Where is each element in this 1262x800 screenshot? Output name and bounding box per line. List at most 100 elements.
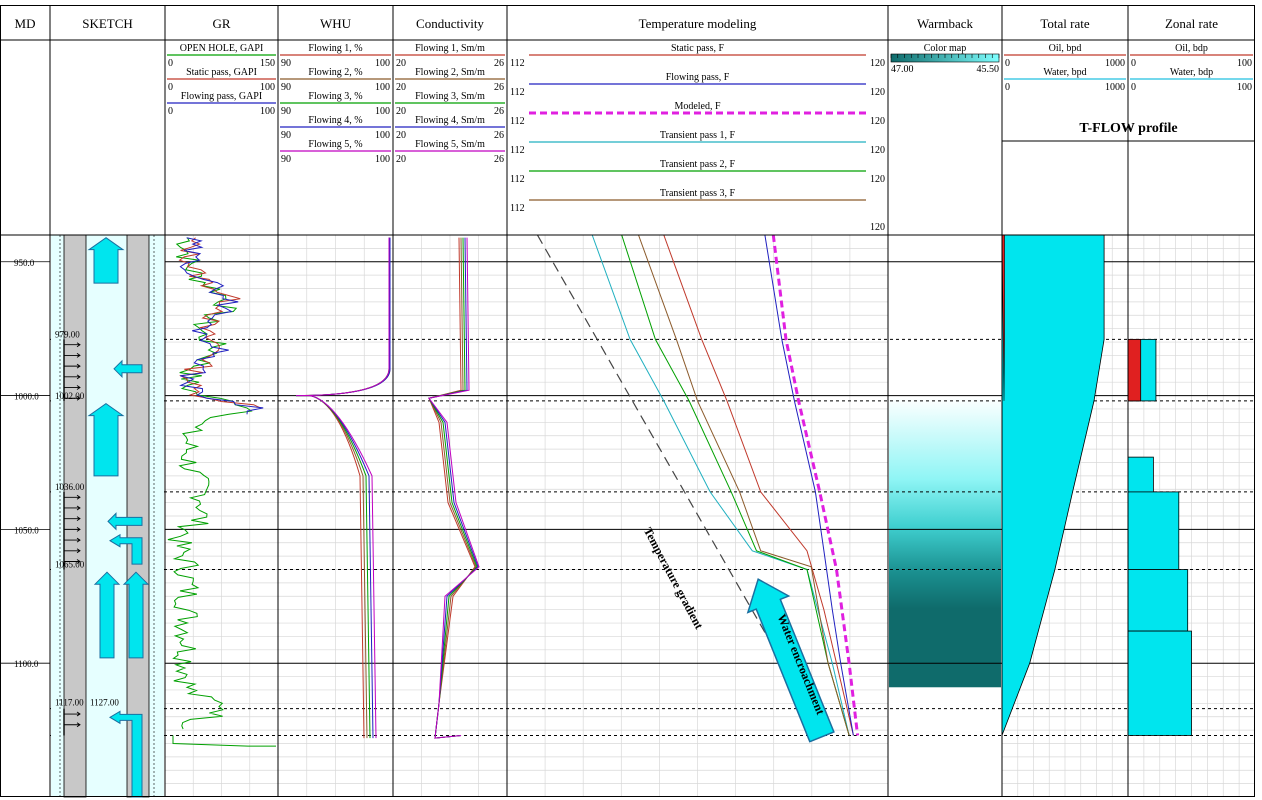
well-log-plot: MD SKETCH GR WHU Conductivity Temperature mod…: [0, 0, 1262, 800]
cond-legend-min-2: 20: [396, 106, 406, 117]
zonal-legend-max-1: 100: [1237, 82, 1252, 93]
column-title-md: MD: [15, 16, 36, 31]
gr-legend-min-0: 0: [168, 58, 173, 69]
gr-legend-max-1: 100: [260, 82, 275, 93]
temp-legend-min-5: 112: [510, 203, 525, 214]
temp-legend-min-1: 112: [510, 87, 525, 98]
zonal-water-bar: [1128, 630, 1192, 736]
depth-label: 1100.0: [14, 659, 39, 669]
cond-legend-min-3: 20: [396, 130, 406, 141]
grid-temp: [507, 235, 888, 797]
column-title-warm: Warmback: [917, 16, 973, 31]
cond-legend-name-0: Flowing 1, Sm/m: [415, 43, 485, 54]
whu-legend-min-0: 90: [281, 58, 291, 69]
temp-legend-min-4: 112: [510, 174, 525, 185]
sketch-depth-label: 1002.00: [55, 391, 85, 401]
temperature-transient-1-curve: [591, 235, 850, 736]
gr-legend-min-1: 0: [168, 82, 173, 93]
zonal-legend-max-0: 100: [1237, 58, 1252, 69]
total-rate-track: [1002, 235, 1105, 736]
zonal-legend-min-0: 0: [1131, 58, 1136, 69]
warm-legend-name: Color map: [924, 43, 967, 54]
temp-legend-name-3: Transient pass 1, F: [660, 130, 736, 141]
whu-legend-name-0: Flowing 1, %: [308, 43, 362, 54]
whu-legend-min-1: 90: [281, 82, 291, 93]
warmback-highlight: [889, 328, 1001, 476]
sketch-depth-label: 979.00: [55, 329, 80, 339]
whu-legend-name-1: Flowing 2, %: [308, 67, 362, 78]
whu-legend-max-2: 100: [375, 106, 390, 117]
zonal-legend-name-1: Water, bdp: [1170, 67, 1213, 78]
whu-legend-name-3: Flowing 4, %: [308, 115, 362, 126]
total-legend-name-1: Water, bpd: [1043, 67, 1086, 78]
total-legend-max-0: 1000: [1105, 58, 1125, 69]
whu-legend-max-4: 100: [375, 154, 390, 165]
grid-gr: [165, 235, 278, 797]
sketch-depth-label: 1127.00: [90, 698, 119, 708]
temp-legend-max-2: 120: [870, 116, 885, 127]
temp-legend-name-5: Transient pass 3, F: [660, 188, 736, 199]
depth-label: 1050.0: [14, 525, 39, 535]
depth-label: 1000.0: [14, 392, 39, 402]
column-title-cond: Conductivity: [416, 16, 484, 31]
temp-legend-min-2: 112: [510, 116, 525, 127]
gr-tail: [172, 735, 276, 747]
casing-right: [126, 234, 150, 798]
sketch-depth-label: 1036.00: [55, 482, 85, 492]
cond-legend-max-3: 26: [494, 130, 504, 141]
warm-legend-min: 47.00: [891, 64, 914, 75]
cond-legend-max-0: 26: [494, 58, 504, 69]
cond-legend-max-2: 26: [494, 106, 504, 117]
column-title-temp: Temperature modeling: [639, 16, 757, 31]
depth-label: 950.0: [14, 258, 35, 268]
cond-legend-max-4: 26: [494, 154, 504, 165]
gr-legend-name-1: Static pass, GAPI: [186, 67, 257, 78]
gr-legend-max-0: 150: [260, 58, 275, 69]
temp-legend-max-3: 120: [870, 145, 885, 156]
total-legend-min-1: 0: [1005, 82, 1010, 93]
total-water-rate-area: [1002, 235, 1105, 736]
temp-legend-min-3: 112: [510, 145, 525, 156]
temp-legend-name-2: Modeled, F: [674, 101, 721, 112]
whu-legend-max-1: 100: [375, 82, 390, 93]
cond-legend-min-0: 20: [396, 58, 406, 69]
column-title-total: Total rate: [1040, 16, 1089, 31]
temp-legend-name-0: Static pass, F: [671, 43, 724, 54]
gr-open-hole-curve: [167, 237, 253, 730]
zonal-legend-name-0: Oil, bdp: [1175, 43, 1208, 54]
sketch-depth-label: 1065.00: [55, 560, 85, 570]
grid-cond: [393, 235, 507, 797]
gr-legend-name-2: Flowing pass, GAPI: [181, 91, 262, 102]
temperature-static-pass-curve: [663, 235, 854, 736]
column-title-gr: GR: [212, 16, 230, 31]
whu-legend-max-3: 100: [375, 130, 390, 141]
gr-legend-min-2: 0: [168, 106, 173, 117]
temp-legend-max-1: 120: [870, 87, 885, 98]
annotation-temperature-gradient: Temperature gradient: [641, 525, 706, 631]
zonal-legend-min-1: 0: [1131, 82, 1136, 93]
temp-legend-name-1: Flowing pass, F: [666, 72, 730, 83]
temp-legend-max-4: 120: [870, 174, 885, 185]
gr-legend-name-0: OPEN HOLE, GAPI: [180, 43, 264, 54]
whu-legend-min-4: 90: [281, 154, 291, 165]
zonal-water-bar: [1128, 456, 1154, 493]
cond-legend-name-4: Flowing 5, Sm/m: [415, 139, 485, 150]
total-legend-name-0: Oil, bpd: [1049, 43, 1082, 54]
whu-legend-name-2: Flowing 3, %: [308, 91, 362, 102]
whu-legend-max-0: 100: [375, 58, 390, 69]
cond-legend-name-1: Flowing 2, Sm/m: [415, 67, 485, 78]
warm-legend-max: 45.50: [977, 64, 1000, 75]
column-title-zonal: Zonal rate: [1165, 16, 1218, 31]
log-svg: MD SKETCH GR WHU Conductivity Temperature mod…: [0, 5, 1255, 798]
gr-legend-max-2: 100: [260, 106, 275, 117]
total-legend-min-0: 0: [1005, 58, 1010, 69]
temp-legend-max-5: 120: [870, 222, 885, 233]
zonal-water-bar: [1128, 491, 1180, 570]
column-title-sketch: SKETCH: [82, 16, 133, 31]
cond-legend-name-3: Flowing 4, Sm/m: [415, 115, 485, 126]
temp-legend-name-4: Transient pass 2, F: [660, 159, 736, 170]
cond-legend-name-2: Flowing 3, Sm/m: [415, 91, 485, 102]
sketch-track: 979.00 1002.00 1036.00 1065.00 1117.00 1127.0…: [51, 234, 164, 798]
sketch-depth-label: 1117.00: [55, 698, 84, 708]
column-title-whu: WHU: [320, 16, 352, 31]
